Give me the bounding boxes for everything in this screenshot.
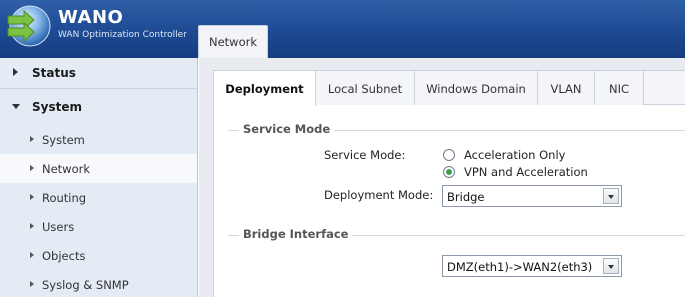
sidebar-section-system[interactable]: System bbox=[0, 92, 197, 121]
chevron-right-icon bbox=[30, 136, 34, 142]
sidebar-item-network[interactable]: Network bbox=[0, 154, 197, 183]
divider bbox=[0, 88, 197, 89]
tab-local-subnet[interactable]: Local Subnet bbox=[316, 71, 415, 105]
chevron-right-icon bbox=[30, 223, 34, 229]
tab-bar: Deployment Local Subnet Windows Domain V… bbox=[214, 71, 685, 106]
sidebar: Status System System Network Routing Use… bbox=[0, 58, 198, 297]
settings-panel: Deployment Local Subnet Windows Domain V… bbox=[213, 70, 685, 297]
app-header: WANO WAN Optimization Controller Network bbox=[0, 0, 685, 58]
tab-nic[interactable]: NIC bbox=[595, 71, 644, 105]
sidebar-item-routing[interactable]: Routing bbox=[0, 183, 197, 212]
tab-vlan[interactable]: VLAN bbox=[538, 71, 595, 105]
tab-windows-domain[interactable]: Windows Domain bbox=[415, 71, 538, 105]
sidebar-item-label: Network bbox=[42, 162, 91, 176]
sidebar-item-users[interactable]: Users bbox=[0, 212, 197, 241]
sidebar-item-label: Objects bbox=[42, 249, 86, 263]
chevron-down-icon[interactable] bbox=[603, 188, 619, 204]
sidebar-item-system[interactable]: System bbox=[0, 125, 197, 154]
brand-tagline: WAN Optimization Controller bbox=[58, 30, 187, 40]
sidebar-section-status[interactable]: Status bbox=[0, 58, 197, 87]
radio-label: Acceleration Only bbox=[464, 148, 566, 162]
chevron-down-icon bbox=[12, 104, 20, 109]
select-value: DMZ(eth1)->WAN2(eth3) bbox=[447, 260, 593, 274]
tab-deployment[interactable]: Deployment bbox=[214, 71, 316, 106]
chevron-right-icon bbox=[30, 165, 34, 171]
sidebar-item-label: Syslog & SNMP bbox=[42, 278, 129, 292]
chevron-right-icon bbox=[30, 194, 34, 200]
sidebar-item-label: Routing bbox=[42, 191, 87, 205]
chevron-right-icon bbox=[30, 281, 34, 287]
sidebar-item-label: Users bbox=[42, 220, 75, 234]
radio-acceleration-only[interactable] bbox=[443, 149, 455, 161]
sidebar-section-label: System bbox=[32, 100, 82, 114]
sidebar-section-label: Status bbox=[32, 66, 76, 80]
service-mode-title: Service Mode bbox=[239, 122, 335, 136]
tab-network-top[interactable]: Network bbox=[198, 25, 268, 58]
radio-label: VPN and Acceleration bbox=[464, 165, 588, 179]
radio-vpn-and-acceleration[interactable] bbox=[443, 166, 455, 178]
bridge-interface-title: Bridge Interface bbox=[239, 227, 353, 241]
sidebar-item-syslog-snmp[interactable]: Syslog & SNMP bbox=[0, 270, 197, 297]
sidebar-item-objects[interactable]: Objects bbox=[0, 241, 197, 270]
globe-logo-icon bbox=[7, 5, 51, 47]
chevron-right-icon bbox=[13, 68, 18, 76]
main-content: Deployment Local Subnet Windows Domain V… bbox=[199, 58, 685, 297]
chevron-right-icon bbox=[30, 252, 34, 258]
service-mode-label: Service Mode: bbox=[324, 148, 406, 162]
select-value: Bridge bbox=[447, 190, 485, 204]
deployment-mode-select[interactable]: Bridge bbox=[442, 185, 622, 207]
sidebar-item-label: System bbox=[42, 133, 85, 147]
brand-name: WANO bbox=[58, 7, 124, 28]
deployment-mode-label: Deployment Mode: bbox=[324, 188, 434, 202]
bridge-interface-select[interactable]: DMZ(eth1)->WAN2(eth3) bbox=[442, 255, 622, 277]
chevron-down-icon[interactable] bbox=[603, 258, 619, 274]
